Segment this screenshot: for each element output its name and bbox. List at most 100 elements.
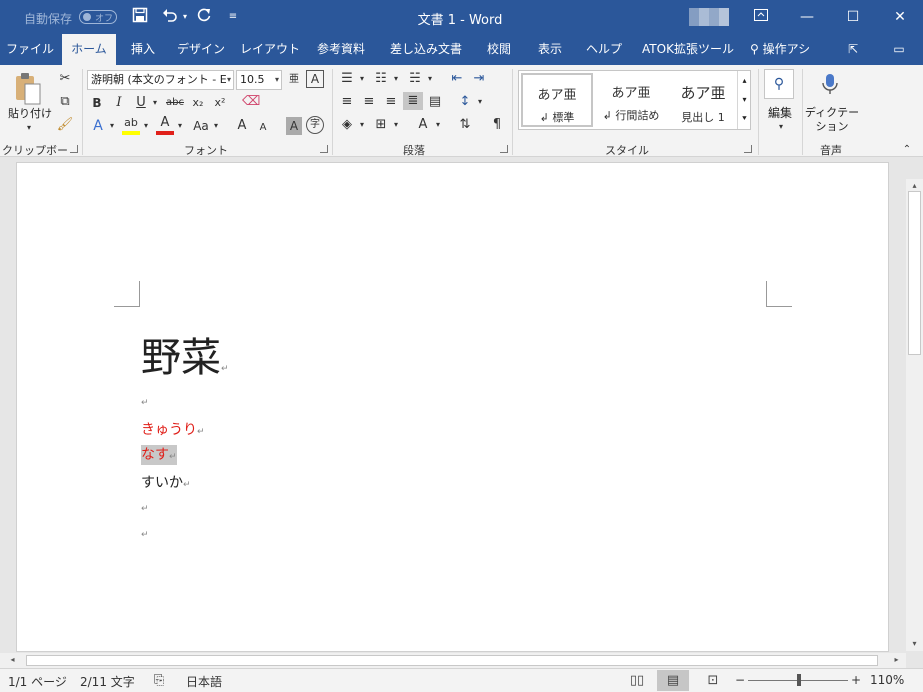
show-hide-marks-icon[interactable]: ¶ — [488, 116, 506, 134]
align-right-icon[interactable]: ≡ — [382, 93, 400, 111]
highlight-icon[interactable]: ab — [122, 115, 140, 135]
language[interactable]: 日本語 — [186, 673, 222, 690]
underline-button[interactable]: U — [134, 94, 148, 112]
doc-paragraph[interactable]: ↵ — [141, 393, 149, 409]
text-effects-dropdown-icon[interactable]: ▾ — [108, 117, 116, 135]
line-spacing-icon[interactable]: ↕ — [456, 93, 474, 111]
tab-view[interactable]: 表示 — [528, 34, 572, 65]
clear-formatting-icon[interactable]: ⌫ — [242, 93, 260, 111]
page-count[interactable]: 1/1 ページ — [8, 673, 67, 690]
numbering-dropdown-icon[interactable]: ▾ — [392, 70, 400, 88]
zoom-in-button[interactable]: + — [851, 673, 861, 687]
vertical-scrollbar[interactable]: ▴ ▾ — [906, 179, 923, 651]
editing-dropdown-icon[interactable]: ▾ — [774, 118, 788, 136]
decrease-indent-icon[interactable]: ⇤ — [448, 70, 466, 88]
save-icon[interactable] — [130, 7, 150, 28]
vertical-scroll-thumb[interactable] — [908, 191, 921, 355]
bullets-dropdown-icon[interactable]: ▾ — [358, 70, 366, 88]
autosave-toggle[interactable]: オフ — [79, 10, 117, 24]
read-mode-icon[interactable]: ▯▯ — [621, 670, 653, 691]
tab-references[interactable]: 参考資料 — [308, 34, 374, 65]
maximize-icon[interactable]: ☐ — [830, 0, 876, 34]
scroll-left-icon[interactable]: ◂ — [4, 653, 21, 667]
ribbon-display-options-icon[interactable] — [738, 0, 784, 34]
sort-icon[interactable]: ⇅ — [456, 116, 474, 134]
tab-help[interactable]: ヘルプ — [578, 34, 630, 65]
tab-review[interactable]: 校閲 — [476, 34, 522, 65]
tab-file[interactable]: ファイル — [2, 34, 58, 65]
multilevel-list-icon[interactable]: ☵ — [406, 70, 424, 88]
style-heading-1[interactable]: あア亜 見出し 1 — [667, 73, 739, 127]
paste-dropdown-icon[interactable]: ▾ — [22, 119, 36, 137]
share-icon[interactable]: ⇱ — [838, 34, 868, 65]
gallery-more-icon[interactable]: ⯆ — [738, 109, 751, 128]
strikethrough-button[interactable]: abc — [164, 94, 186, 112]
tab-design[interactable]: デザイン — [172, 34, 230, 65]
zoom-level[interactable]: 110% — [870, 673, 904, 687]
comments-icon[interactable]: ▭ — [884, 34, 914, 65]
horizontal-scrollbar[interactable]: ◂ ▸ — [0, 653, 906, 668]
distributed-icon[interactable]: ▤ — [426, 93, 444, 111]
font-name-dropdown[interactable]: 游明朝 (本文のフォント - E ▾ — [87, 70, 234, 90]
paragraph-launcher-icon[interactable] — [500, 145, 508, 153]
borders-dropdown-icon[interactable]: ▾ — [392, 116, 400, 134]
format-painter-icon[interactable]: 🖌 — [56, 116, 74, 134]
font-size-dropdown[interactable]: 10.5 ▾ — [236, 70, 282, 90]
tab-insert[interactable]: 挿入 — [120, 34, 166, 65]
close-icon[interactable]: ✕ — [877, 0, 923, 34]
multilevel-dropdown-icon[interactable]: ▾ — [426, 70, 434, 88]
scroll-right-icon[interactable]: ▸ — [888, 653, 905, 667]
tab-layout[interactable]: レイアウト — [236, 34, 304, 65]
word-count[interactable]: 2/11 文字 — [80, 673, 135, 690]
doc-paragraph[interactable]: ↵ — [141, 499, 149, 515]
tell-me-search[interactable]: ⚲ 操作アシ — [750, 34, 830, 65]
change-case-dropdown-icon[interactable]: ▾ — [212, 117, 220, 135]
align-center-icon[interactable]: ≡ — [360, 93, 378, 111]
text-direction-dropdown-icon[interactable]: ▾ — [434, 116, 442, 134]
undo-dropdown-icon[interactable]: ▾ — [180, 7, 190, 27]
italic-button[interactable]: I — [112, 94, 126, 112]
text-direction-icon[interactable]: A — [414, 116, 432, 134]
text-effects-icon[interactable]: A — [90, 117, 106, 135]
cut-icon[interactable]: ✂ — [56, 70, 74, 88]
superscript-button[interactable]: x² — [212, 94, 228, 112]
font-color-dropdown-icon[interactable]: ▾ — [176, 117, 184, 135]
doc-paragraph[interactable]: すいか↵ — [141, 472, 191, 492]
gallery-up-icon[interactable]: ▴ — [738, 71, 751, 90]
borders-icon[interactable]: ⊞ — [372, 116, 390, 134]
microphone-icon[interactable] — [820, 73, 840, 97]
customize-qat-icon[interactable]: ≡ — [226, 7, 240, 27]
tab-atok[interactable]: ATOK拡張ツール — [636, 34, 740, 65]
zoom-slider-thumb[interactable] — [797, 674, 801, 686]
character-border-icon[interactable]: A — [306, 70, 324, 88]
shrink-font-button[interactable]: A — [256, 119, 270, 137]
clipboard-launcher-icon[interactable] — [70, 145, 78, 153]
doc-heading[interactable]: 野菜↵ — [141, 325, 229, 383]
align-left-icon[interactable]: ≡ — [338, 93, 356, 111]
numbering-icon[interactable]: ☷ — [372, 70, 390, 88]
highlight-dropdown-icon[interactable]: ▾ — [142, 117, 150, 135]
redo-icon[interactable] — [194, 7, 214, 28]
enclose-characters-icon[interactable]: 字 — [306, 116, 324, 134]
horizontal-scroll-thumb[interactable] — [26, 655, 878, 666]
styles-launcher-icon[interactable] — [744, 145, 752, 153]
subscript-button[interactable]: x₂ — [190, 94, 206, 112]
user-avatar[interactable] — [689, 8, 729, 26]
document-page[interactable]: 野菜↵ ↵ きゅうり↵ なす↵ すいか↵ ↵ ↵ — [16, 162, 889, 652]
character-shading-icon[interactable]: A — [286, 117, 302, 135]
dictate-button[interactable]: ディクテー ション — [804, 106, 860, 134]
font-launcher-icon[interactable] — [320, 145, 328, 153]
style-no-spacing[interactable]: あア亜 ↲ 行間詰め — [595, 73, 667, 127]
find-icon[interactable]: ⚲ — [764, 69, 794, 99]
minimize-icon[interactable]: — — [784, 0, 830, 34]
increase-indent-icon[interactable]: ⇥ — [470, 70, 488, 88]
print-layout-icon[interactable]: ▤ — [657, 670, 689, 691]
change-case-button[interactable]: Aa — [190, 117, 212, 135]
phonetic-guide-icon[interactable]: 亜 — [286, 71, 302, 89]
copy-icon[interactable]: ⧉ — [56, 93, 74, 111]
style-normal[interactable]: あア亜 ↲ 標準 — [521, 73, 593, 127]
tab-home[interactable]: ホーム — [62, 34, 116, 65]
web-layout-icon[interactable]: ⊡ — [697, 670, 729, 691]
scroll-down-icon[interactable]: ▾ — [906, 637, 923, 651]
grow-font-button[interactable]: A — [234, 117, 250, 135]
